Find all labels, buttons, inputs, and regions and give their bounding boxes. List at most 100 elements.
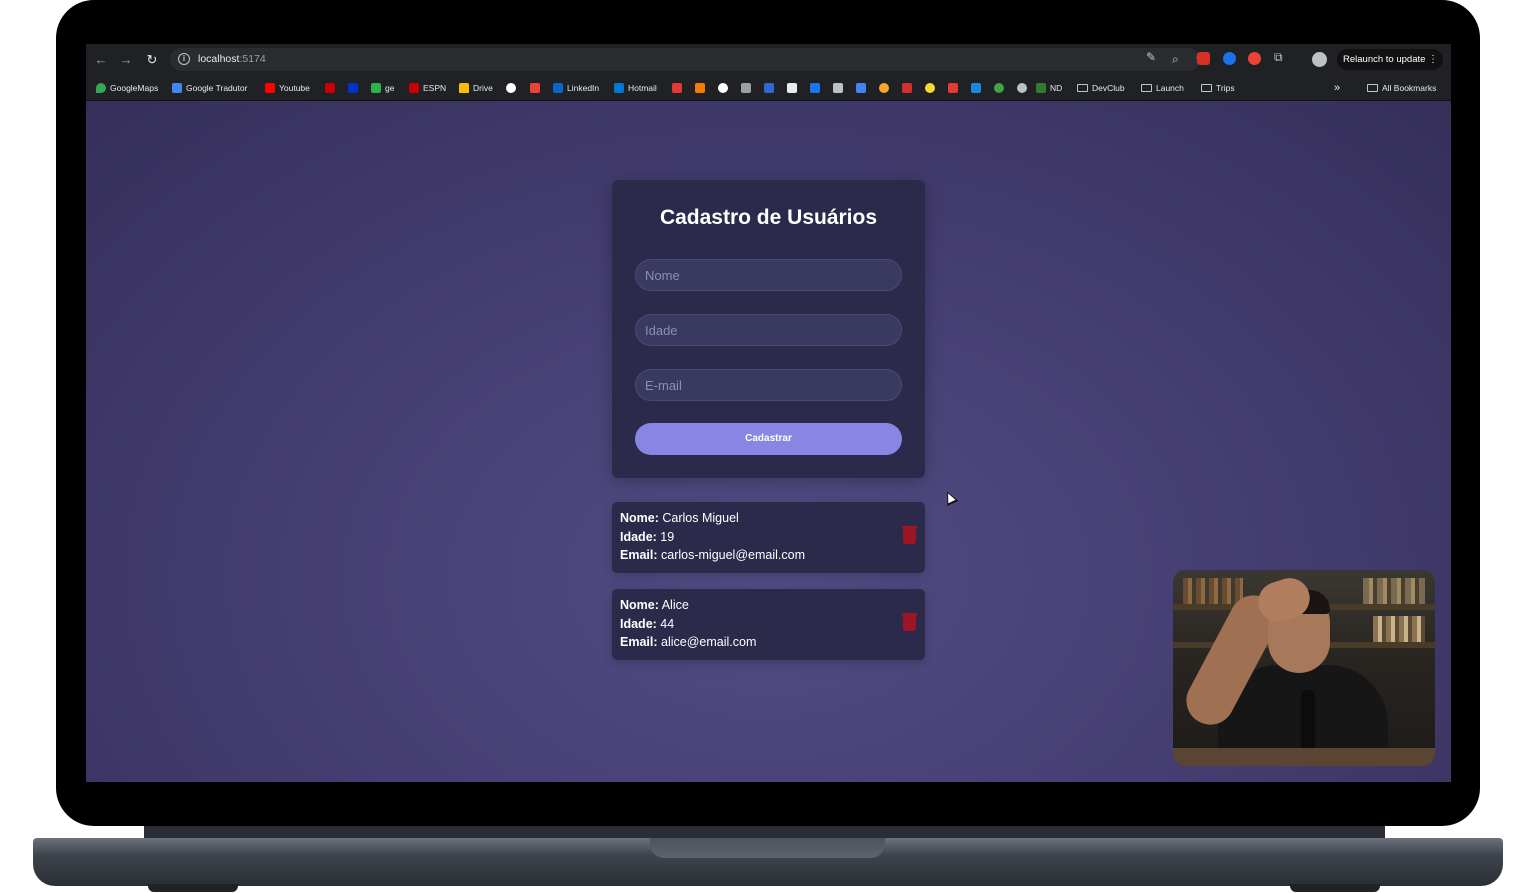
meta-icon [810, 83, 820, 93]
jw-icon [764, 83, 774, 93]
user-email-line: Email: carlos-miguel@email.com [620, 548, 805, 562]
yellow-icon [925, 83, 935, 93]
more-menu-icon[interactable]: ⋮ [1428, 49, 1438, 70]
bookmark-tool-12[interactable] [994, 82, 1004, 94]
bookmark-tool-3[interactable] [787, 82, 797, 94]
extension-blue-icon[interactable] [1223, 52, 1236, 65]
extensions-puzzle-icon[interactable]: ⧉ [1274, 50, 1283, 65]
bookmark-tool-6[interactable] [856, 82, 866, 94]
espn-icon [409, 83, 419, 93]
bookmark-googlemaps[interactable]: GoogleMaps [96, 82, 158, 94]
bookmark-tool-4[interactable] [810, 82, 820, 94]
nd-icon [1036, 83, 1046, 93]
bookmark-tool-7[interactable] [879, 82, 889, 94]
bookmark-gmail[interactable] [530, 82, 540, 94]
ads-icon [856, 83, 866, 93]
drive-icon [459, 83, 469, 93]
all-bookmarks-folder[interactable]: All Bookmarks [1367, 82, 1436, 94]
extension-red-icon[interactable] [1197, 52, 1210, 65]
bookmark-folder-devclub[interactable]: DevClub [1077, 82, 1125, 94]
bookmark-cnn[interactable] [325, 82, 335, 94]
submit-button[interactable]: Cadastrar [635, 423, 902, 455]
profile-avatar[interactable] [1312, 52, 1327, 67]
back-icon[interactable]: ← [92, 51, 110, 69]
bookmark-bi[interactable] [348, 82, 358, 94]
r-icon [695, 83, 705, 93]
bookmark-tool-5[interactable] [833, 82, 843, 94]
relaunch-button[interactable]: Relaunch to update ⋮ [1337, 49, 1443, 70]
user-name-line: Nome: Carlos Miguel [620, 511, 739, 525]
url-text[interactable]: localhost:5174 [198, 53, 266, 65]
email-input[interactable] [635, 369, 902, 401]
reload-icon[interactable]: ↻ [143, 51, 161, 69]
bookmark-nd[interactable]: ND [1036, 82, 1062, 94]
ge-icon [371, 83, 381, 93]
name-input[interactable] [635, 259, 902, 291]
green-icon [994, 83, 1004, 93]
extension-record-icon[interactable] [1248, 52, 1261, 65]
address-bar[interactable]: i localhost:5174 ⌕ ☆ [170, 48, 1206, 71]
github-icon [718, 83, 728, 93]
bookmarks-overflow-icon[interactable]: » [1334, 82, 1340, 94]
linkedin-icon [553, 83, 563, 93]
laptop-notch [650, 838, 885, 858]
dot-icon [1017, 83, 1027, 93]
user-card: Nome: Carlos Miguel Idade: 19 Email: car… [612, 502, 925, 573]
bookmark-folder-launch[interactable]: Launch [1141, 82, 1184, 94]
bookmark-tool-13[interactable] [1017, 82, 1027, 94]
forward-icon[interactable]: → [117, 51, 135, 69]
trash-icon[interactable] [902, 526, 917, 544]
folder-icon [1077, 84, 1088, 92]
bookmark-youtube[interactable]: Youtube [265, 82, 310, 94]
bookmark-tool-10[interactable] [948, 82, 958, 94]
bookmark-tool-8[interactable] [902, 82, 912, 94]
browser-toolbar: ← → ↻ i localhost:5174 ⌕ ☆ ✎ ⧉ Relaunch … [86, 44, 1451, 75]
site-info-icon[interactable]: i [178, 53, 190, 65]
user-age-line: Idade: 19 [620, 530, 675, 544]
maps-pin-icon [96, 83, 106, 93]
bookmark-folder-trips[interactable]: Trips [1201, 82, 1235, 94]
bookmark-google-tradutor[interactable]: Google Tradutor [172, 82, 247, 94]
trash-icon[interactable] [902, 613, 917, 631]
blue-square-icon [971, 83, 981, 93]
books [1183, 578, 1243, 604]
bookmark-drive[interactable]: Drive [459, 82, 493, 94]
bookmark-tool-9[interactable] [925, 82, 935, 94]
folder-icon [1141, 84, 1152, 92]
user-age-line: Idade: 44 [620, 617, 675, 631]
eyedropper-extension-icon[interactable]: ✎ [1146, 50, 1156, 64]
bi-icon [348, 83, 358, 93]
bookmark-github[interactable] [718, 82, 728, 94]
bookmark-hotmail[interactable]: Hotmail [614, 82, 657, 94]
translate-icon [172, 83, 182, 93]
youtube-icon [265, 83, 275, 93]
bookmarks-bar: GoogleMaps Google Tradutor Youtube ge ES… [86, 75, 1451, 101]
bookmark-linkedin[interactable]: LinkedIn [553, 82, 599, 94]
print-icon [833, 83, 843, 93]
bookmark-ge[interactable]: ge [371, 82, 394, 94]
form-title: Cadastro de Usuários [659, 206, 878, 229]
user-email-line: Email: alice@email.com [620, 635, 757, 649]
c-icon [672, 83, 682, 93]
play-icon [879, 83, 889, 93]
cnn-icon [325, 83, 335, 93]
bookmark-tool-2[interactable] [764, 82, 774, 94]
age-input[interactable] [635, 314, 902, 346]
bookmark-c[interactable] [672, 82, 682, 94]
laptop-foot-right [1290, 884, 1380, 892]
bookmark-google[interactable] [506, 82, 516, 94]
bookmark-r[interactable] [695, 82, 705, 94]
bookmark-tool-11[interactable] [971, 82, 981, 94]
folder-icon [1201, 84, 1212, 92]
desk [1173, 748, 1435, 766]
folder-icon [1367, 84, 1378, 92]
tool-icon [741, 83, 751, 93]
laptop-foot-left [148, 884, 238, 892]
webcam-overlay [1173, 570, 1435, 766]
gmail-icon [530, 83, 540, 93]
bookmark-tool-1[interactable] [741, 82, 751, 94]
google-icon [506, 83, 516, 93]
bookmark-espn[interactable]: ESPN [409, 82, 446, 94]
doc-icon [787, 83, 797, 93]
zoom-icon[interactable]: ⌕ [1172, 52, 1179, 67]
